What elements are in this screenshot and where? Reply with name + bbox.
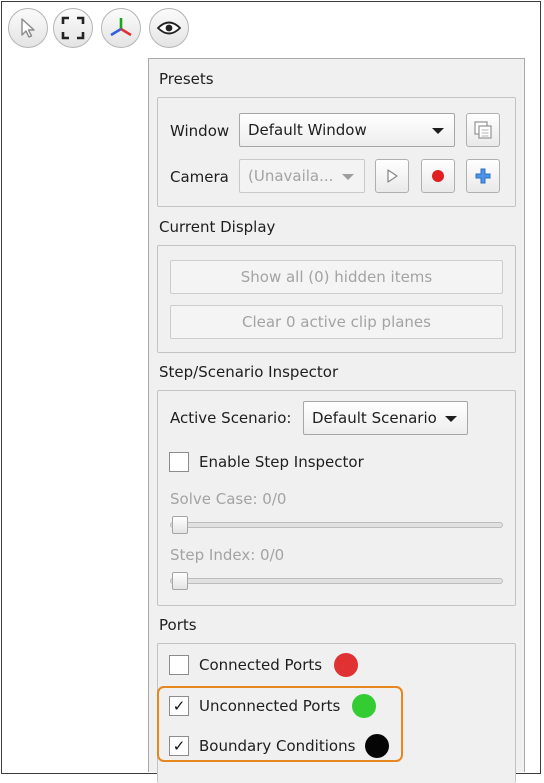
- active-scenario-select[interactable]: Default Scenario: [303, 401, 468, 435]
- chevron-down-icon: [445, 416, 457, 422]
- play-icon: [387, 169, 398, 183]
- fullscreen-corners-icon: [61, 16, 85, 40]
- solve-case-label: Solve Case: 0/0: [170, 490, 287, 508]
- solve-case-slider[interactable]: [170, 522, 503, 528]
- eye-icon: [157, 21, 181, 35]
- play-camera-button[interactable]: [375, 159, 409, 193]
- show-hidden-items-button[interactable]: Show all (0) hidden items: [170, 260, 503, 294]
- step-inspector-title: Step/Scenario Inspector: [159, 363, 339, 381]
- add-camera-icon: [475, 168, 491, 184]
- cursor-arrow-icon: [21, 18, 35, 38]
- step-index-label: Step Index: 0/0: [170, 546, 285, 564]
- current-display-group: Show all (0) hidden items Clear 0 active…: [157, 245, 516, 353]
- record-icon: [432, 170, 444, 182]
- camera-select[interactable]: (Unavaila...: [239, 159, 365, 193]
- step-inspector-group: Active Scenario: Default Scenario Enable…: [157, 390, 516, 606]
- window-select[interactable]: Default Window: [239, 113, 455, 147]
- camera-label: Camera: [170, 168, 229, 186]
- copy-window-button[interactable]: [466, 113, 500, 147]
- enable-step-inspector-checkbox[interactable]: [169, 452, 189, 472]
- connected-ports-label: Connected Ports: [199, 656, 323, 674]
- ports-title: Ports: [159, 616, 197, 634]
- add-camera-button[interactable]: [466, 159, 500, 193]
- clear-clip-planes-button[interactable]: Clear 0 active clip planes: [170, 305, 503, 339]
- display-settings-panel: Presets Window Default Window Camera (Un…: [148, 58, 525, 783]
- current-display-title: Current Display: [159, 218, 276, 236]
- window-label: Window: [170, 122, 230, 140]
- presets-group: Window Default Window Camera (Unavaila..…: [157, 97, 516, 207]
- axes-triad-button[interactable]: [101, 8, 141, 48]
- xyz-axes-icon: [110, 18, 132, 37]
- solve-case-slider-handle[interactable]: [172, 516, 188, 534]
- fit-to-view-button[interactable]: [53, 8, 93, 48]
- record-camera-button[interactable]: [421, 159, 455, 193]
- copy-window-icon: [474, 121, 492, 139]
- enable-step-inspector-label: Enable Step Inspector: [199, 453, 364, 471]
- visibility-button[interactable]: [149, 8, 189, 48]
- presets-title: Presets: [159, 70, 214, 88]
- highlight-box: [157, 686, 403, 762]
- select-pointer-button[interactable]: [8, 8, 48, 48]
- window-select-value: Default Window: [248, 121, 367, 139]
- step-index-slider-handle[interactable]: [172, 572, 188, 590]
- active-scenario-value: Default Scenario: [312, 409, 437, 427]
- connected-ports-checkbox[interactable]: [169, 655, 189, 675]
- step-index-slider[interactable]: [170, 578, 503, 584]
- camera-select-value: (Unavaila...: [248, 167, 334, 185]
- chevron-down-icon: [432, 128, 444, 134]
- active-scenario-label: Active Scenario:: [170, 409, 292, 427]
- connected-ports-color-swatch: [334, 653, 358, 677]
- chevron-down-icon: [342, 174, 354, 180]
